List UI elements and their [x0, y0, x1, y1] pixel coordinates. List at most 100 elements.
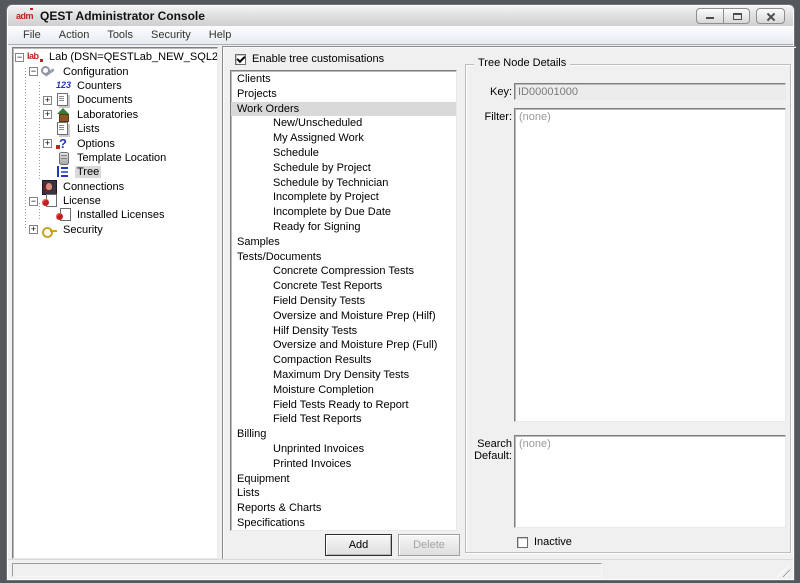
list-item[interactable]: Printed Invoices [231, 457, 456, 472]
list-item[interactable]: Field Tests Ready to Report [231, 398, 456, 413]
enable-tree-customisations-label: Enable tree customisations [252, 53, 384, 65]
list-item[interactable]: Oversize and Moisture Prep (Hilf) [231, 309, 456, 324]
documents-icon [55, 93, 72, 107]
tree-item[interactable]: Lists [13, 122, 217, 136]
menu-item[interactable]: Tools [98, 27, 142, 43]
list-item[interactable]: Specifications [231, 516, 456, 531]
tree-item-label: Configuration [61, 66, 130, 78]
expand-toggle-icon[interactable] [29, 67, 38, 76]
menu-item[interactable]: Action [50, 27, 99, 43]
minimize-button[interactable] [696, 8, 723, 24]
lab-database-icon [27, 50, 44, 64]
list-item[interactable]: Incomplete by Due Date [231, 205, 456, 220]
adm-app-icon: adm [16, 10, 34, 22]
list-item[interactable]: Billing [231, 427, 456, 442]
menu-bar: FileActionToolsSecurityHelp [8, 26, 793, 45]
list-item[interactable]: Field Density Tests [231, 294, 456, 309]
close-button[interactable] [756, 8, 785, 24]
list-item[interactable]: Incomplete by Project [231, 190, 456, 205]
tree-item[interactable]: Security [13, 223, 217, 237]
tree-item[interactable]: Template Location [13, 151, 217, 165]
menu-item[interactable]: Help [200, 27, 241, 43]
inactive-row: Inactive [517, 536, 572, 548]
tree-item[interactable]: Options [13, 136, 217, 150]
list-item[interactable]: Oversize and Moisture Prep (Full) [231, 338, 456, 353]
tree-item[interactable]: Documents [13, 93, 217, 107]
maximize-button[interactable] [723, 8, 750, 24]
list-item[interactable]: Work Orders [231, 102, 456, 117]
resize-grip[interactable] [777, 564, 790, 577]
counters-123-icon [55, 79, 72, 93]
list-item[interactable]: Unprinted Invoices [231, 442, 456, 457]
list-item[interactable]: Tests/Documents [231, 250, 456, 265]
list-item[interactable]: Clients [231, 72, 456, 87]
documents-icon [55, 122, 72, 136]
list-item[interactable]: Field Test Reports [231, 412, 456, 427]
expand-toggle-icon[interactable] [43, 139, 52, 148]
menu-item[interactable]: File [14, 27, 50, 43]
list-item[interactable]: Concrete Compression Tests [231, 264, 456, 279]
list-item[interactable]: Projects [231, 87, 456, 102]
drive-icon [55, 151, 72, 165]
enable-tree-customisations-checkbox[interactable] [235, 54, 246, 65]
list-item[interactable]: Equipment [231, 472, 456, 487]
filter-field[interactable]: (none) [514, 108, 786, 422]
tree-item[interactable]: Laboratories [13, 108, 217, 122]
tree-item[interactable]: Connections [13, 180, 217, 194]
tree-item[interactable]: Lab (DSN=QESTLab_NEW_SQL2008) [13, 50, 217, 64]
expand-toggle-icon[interactable] [43, 110, 52, 119]
list-item[interactable]: Compaction Results [231, 353, 456, 368]
list-item[interactable]: Schedule [231, 146, 456, 161]
tree-item[interactable]: Installed Licenses [13, 208, 217, 222]
tree-item-label: Laboratories [75, 109, 140, 121]
tree-item[interactable]: Counters [13, 79, 217, 93]
list-item[interactable]: New/Unscheduled [231, 116, 456, 131]
tree-node-details-group: Tree Node Details Key: ID00001000 Filter… [465, 64, 791, 553]
list-item[interactable]: Ready for Signing [231, 220, 456, 235]
tree-item-label: Connections [61, 181, 126, 193]
license-icon [55, 208, 72, 222]
list-item[interactable]: Samples [231, 235, 456, 250]
expand-toggle-icon[interactable] [43, 96, 52, 105]
window-title: QEST Administrator Console [40, 9, 205, 23]
expand-toggle-icon[interactable] [29, 197, 38, 206]
tree-item-label: Documents [75, 94, 135, 106]
list-item[interactable]: Lists [231, 486, 456, 501]
list-item[interactable]: My Assigned Work [231, 131, 456, 146]
enable-tree-customisations-row: Enable tree customisations [235, 53, 384, 65]
menu-item[interactable]: Security [142, 27, 200, 43]
tree-connector-line [39, 82, 40, 180]
list-item[interactable]: Maximum Dry Density Tests [231, 368, 456, 383]
expand-toggle-icon[interactable] [15, 53, 24, 62]
expand-toggle-icon[interactable] [29, 225, 38, 234]
tree-item-label: Lab (DSN=QESTLab_NEW_SQL2008) [47, 51, 218, 63]
tree-item-label: Installed Licenses [75, 209, 166, 221]
tree-item-label: Lists [75, 123, 102, 135]
tree-item[interactable]: Configuration [13, 64, 217, 78]
list-item[interactable]: Reports & Charts [231, 501, 456, 516]
list-item[interactable]: Concrete Test Reports [231, 279, 456, 294]
status-bar [8, 559, 793, 579]
person-icon [41, 180, 58, 194]
list-item[interactable]: Moisture Completion [231, 383, 456, 398]
tree-item-label: Security [61, 224, 105, 236]
search-default-label: Search Default: [468, 438, 512, 462]
list-item[interactable]: Schedule by Project [231, 161, 456, 176]
inactive-checkbox[interactable] [517, 537, 528, 548]
search-default-field[interactable]: (none) [514, 435, 786, 528]
tree-connector-line [25, 68, 26, 228]
license-icon [41, 194, 58, 208]
list-item[interactable]: Hilf Density Tests [231, 324, 456, 339]
tree-item-label: Options [75, 138, 117, 150]
tree-item[interactable]: License [13, 194, 217, 208]
list-item[interactable]: Schedule by Technician [231, 176, 456, 191]
delete-button[interactable]: Delete [398, 534, 460, 556]
tree-item[interactable]: Tree [13, 165, 217, 179]
title-bar[interactable]: adm QEST Administrator Console [8, 6, 793, 26]
key-field[interactable]: ID00001000 [514, 83, 786, 100]
tree-item-label: Tree [75, 166, 101, 178]
add-button[interactable]: Add [325, 534, 392, 556]
key-icon [41, 223, 58, 237]
key-label: Key: [468, 86, 512, 98]
tree-icon [55, 165, 72, 179]
